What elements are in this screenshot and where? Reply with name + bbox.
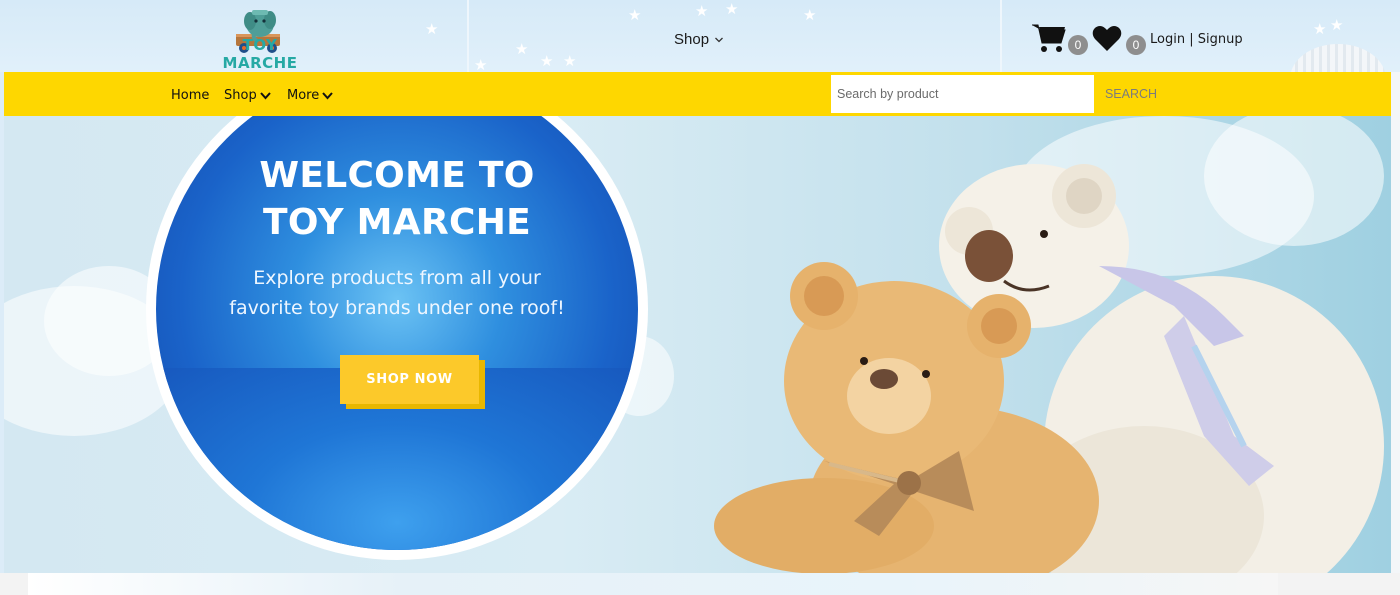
hero-title: WELCOME TO TOY MARCHE <box>156 152 638 246</box>
welcome-circle: WELCOME TO TOY MARCHE Explore products f… <box>156 116 638 550</box>
star-decoration: ★ <box>474 56 488 73</box>
site-logo[interactable]: TOY MARCHE <box>212 6 308 72</box>
header-divider <box>1000 0 1002 72</box>
logo-text: TOY MARCHE <box>222 36 298 72</box>
teddy-bears-image <box>714 164 1384 573</box>
shop-now-button[interactable]: SHOP NOW <box>340 355 479 404</box>
star-decoration: ★ <box>1330 16 1344 34</box>
hero-banner: WELCOME TO TOY MARCHE Explore products f… <box>4 116 1391 573</box>
chevron-down-icon <box>715 37 724 42</box>
auth-links: Login | Signup <box>1150 32 1243 47</box>
shop-dropdown[interactable]: Shop <box>674 31 724 48</box>
hero-subtitle-line: favorite toy brands under one roof! <box>229 297 565 319</box>
star-decoration: ★ <box>540 52 554 70</box>
main-nav: Home Shop More SEARCH <box>4 72 1391 116</box>
wishlist-count-badge: 0 <box>1126 35 1146 55</box>
nav-item-label: Shop <box>224 88 257 103</box>
login-link[interactable]: Login <box>1150 32 1185 47</box>
star-decoration: ★ <box>725 0 739 18</box>
star-decoration: ★ <box>515 40 529 58</box>
star-decoration: ★ <box>1313 20 1327 38</box>
nav-item-more[interactable]: More <box>287 88 333 103</box>
header-divider <box>467 0 469 72</box>
nav-item-label: Home <box>171 88 210 103</box>
star-decoration: ★ <box>695 2 709 20</box>
nav-item-label: More <box>287 88 320 103</box>
star-decoration: ★ <box>563 52 577 70</box>
hero-title-line: WELCOME TO <box>259 155 535 196</box>
hot-air-balloon-decoration <box>1290 44 1386 72</box>
hero-subtitle: Explore products from all your favorite … <box>156 263 638 323</box>
hero-subtitle-line: Explore products from all your <box>253 267 541 289</box>
chevron-down-icon <box>322 92 333 100</box>
cart-count-badge: 0 <box>1068 35 1088 55</box>
star-decoration: ★ <box>628 6 642 24</box>
search-button[interactable]: SEARCH <box>1096 75 1166 113</box>
hero-title-line: TOY MARCHE <box>262 202 532 243</box>
page-edge <box>1391 72 1400 573</box>
auth-separator: | <box>1185 32 1198 47</box>
chevron-down-icon <box>259 92 271 100</box>
star-decoration: ★ <box>803 6 817 24</box>
next-section-preview <box>28 573 1278 595</box>
search-input[interactable] <box>831 75 1094 113</box>
signup-link[interactable]: Signup <box>1198 32 1243 47</box>
star-decoration: ★ <box>425 20 439 38</box>
shopping-cart-icon[interactable] <box>1032 23 1066 53</box>
nav-item-shop[interactable]: Shop <box>224 88 271 103</box>
top-header: ★ ★ ★ ★ ★ ★ ★ ★ ★ ★ ★ TOY MARCHE Shop 0 … <box>0 0 1400 72</box>
shop-dropdown-label: Shop <box>674 31 710 48</box>
heart-icon[interactable] <box>1092 26 1122 52</box>
nav-item-home[interactable]: Home <box>171 88 209 103</box>
